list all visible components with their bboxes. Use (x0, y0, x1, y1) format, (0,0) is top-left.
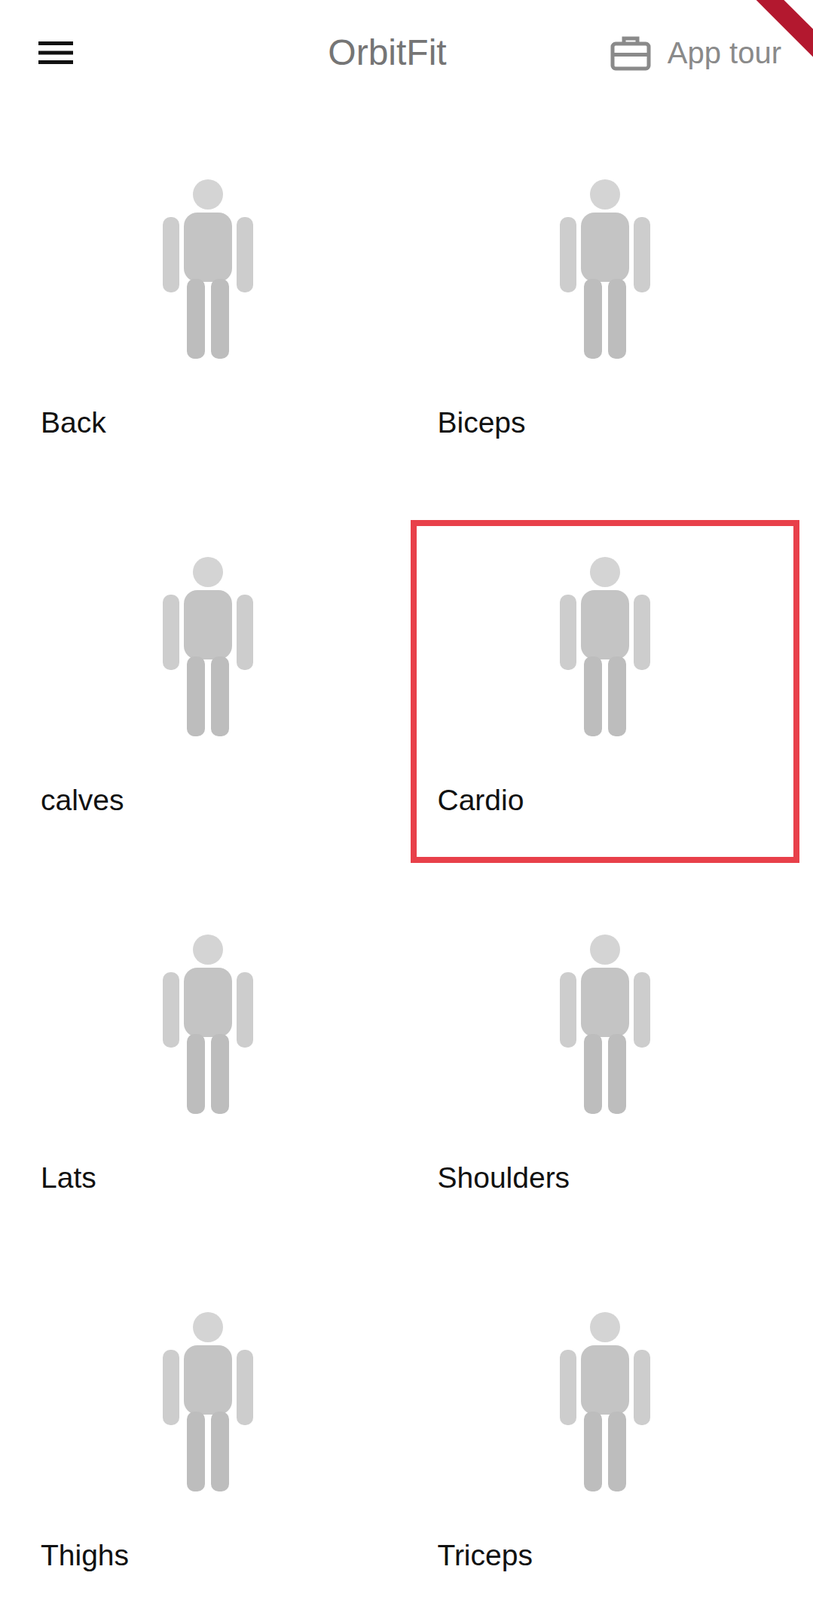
anatomy-figure-icon (125, 550, 291, 740)
category-label: Thighs (40, 1537, 129, 1575)
category-label: Biceps (437, 404, 526, 442)
category-image (19, 525, 398, 745)
app-tour-button[interactable]: App tour (585, 34, 782, 71)
anatomy-figure-icon (522, 1305, 688, 1495)
category-card[interactable]: calves (13, 519, 404, 863)
app-title: OrbitFit (327, 34, 447, 71)
menu-icon[interactable] (38, 39, 74, 66)
category-image (416, 525, 795, 745)
category-label: Lats (40, 1159, 97, 1197)
category-card[interactable]: Triceps (410, 1274, 801, 1600)
category-card[interactable]: Back (13, 142, 404, 486)
menu-button[interactable] (38, 39, 190, 66)
briefcase-icon (610, 34, 652, 71)
category-grid: Back Biceps calves Cardio Lats Shoulders Thigh… (0, 105, 813, 1600)
category-image (19, 903, 398, 1122)
category-card[interactable]: Shoulders (410, 897, 801, 1241)
anatomy-figure-icon (125, 173, 291, 362)
category-image (416, 903, 795, 1122)
anatomy-figure-icon (522, 173, 688, 362)
category-image (416, 1280, 795, 1500)
category-image (416, 148, 795, 367)
category-card[interactable]: Lats (13, 897, 404, 1241)
app-screen: OrbitFit App tour Back Biceps calves Cardio La… (0, 0, 813, 1600)
category-card[interactable]: Thighs (13, 1274, 404, 1600)
category-label: Cardio (437, 782, 525, 820)
category-card[interactable]: Cardio (410, 519, 801, 863)
anatomy-figure-icon (522, 928, 688, 1117)
anatomy-figure-icon (522, 550, 688, 740)
category-label: Shoulders (437, 1159, 571, 1197)
anatomy-figure-icon (125, 928, 291, 1117)
category-card[interactable]: Biceps (410, 142, 801, 486)
category-image (19, 1280, 398, 1500)
category-image (19, 148, 398, 367)
anatomy-figure-icon (125, 1305, 291, 1495)
category-label: Back (40, 404, 107, 442)
category-label: calves (40, 782, 125, 820)
category-label: Triceps (437, 1537, 533, 1575)
app-bar: OrbitFit App tour (0, 0, 813, 106)
